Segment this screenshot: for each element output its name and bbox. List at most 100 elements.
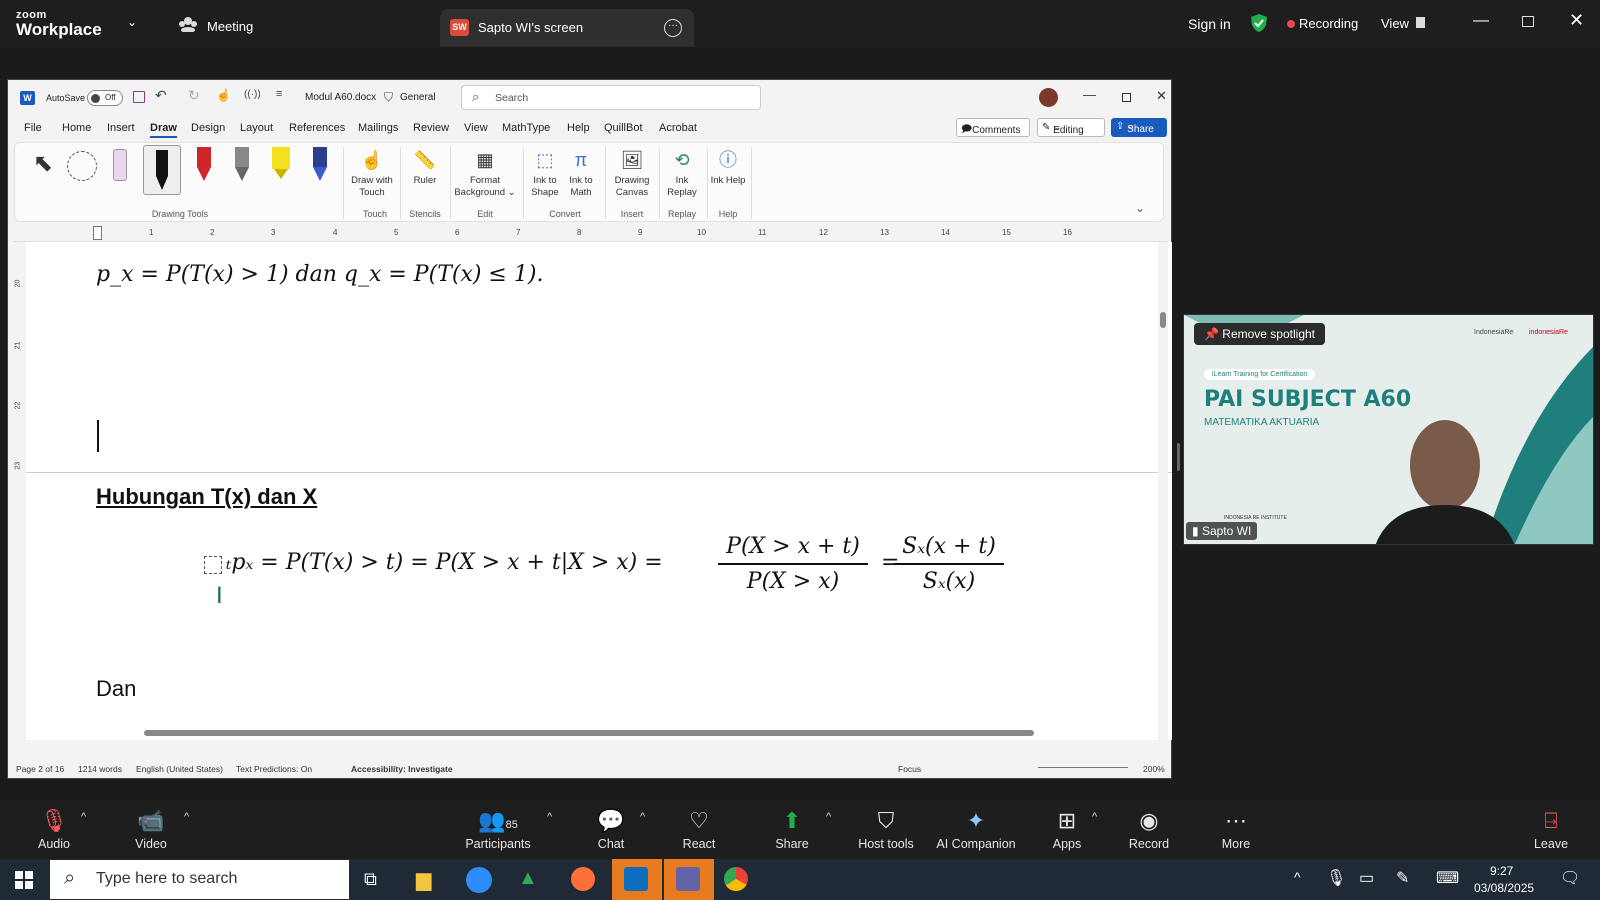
tab-mailings[interactable]: Mailings xyxy=(358,122,398,134)
participants-chevron-icon[interactable]: ^ xyxy=(547,811,552,823)
pen-icon[interactable]: ✎ xyxy=(1396,868,1409,888)
restore-icon[interactable] xyxy=(1522,16,1534,27)
draw-with-touch-button[interactable]: ☝ Draw with Touch xyxy=(347,145,397,199)
chevron-down-icon[interactable]: ⌄ xyxy=(127,15,137,29)
shield-icon[interactable] xyxy=(1250,13,1268,38)
language-status[interactable]: English (United States) xyxy=(136,764,223,774)
vertical-scrollbar[interactable] xyxy=(1158,242,1168,740)
horizontal-scrollbar[interactable] xyxy=(34,728,1154,738)
sensitivity-label[interactable]: General xyxy=(400,92,436,103)
select-tool-icon[interactable]: ⬉ xyxy=(33,149,53,178)
share-screen-tab[interactable]: SW Sapto WI's screen ··· xyxy=(440,9,694,47)
customize-qat-icon[interactable]: ≡ xyxy=(276,88,282,100)
host-tools-button[interactable]: ⛉ Host tools xyxy=(841,805,931,851)
display-icon[interactable]: ▭ xyxy=(1359,868,1374,888)
apps-button[interactable]: ⊞ Apps xyxy=(1022,805,1112,851)
document-canvas[interactable]: p_x = P(T(x) > 1) dan q_x = P(T(x) ≤ 1).… xyxy=(26,242,1172,740)
highlighter-yellow-icon[interactable] xyxy=(269,145,293,185)
teams-taskbar-button[interactable] xyxy=(664,859,714,900)
ai-companion-button[interactable]: ✦ AI Companion xyxy=(928,805,1024,851)
focus-mode-button[interactable]: Focus xyxy=(898,764,921,774)
save-icon[interactable] xyxy=(133,91,145,103)
galaxy-pen-icon[interactable] xyxy=(309,145,331,185)
tab-design[interactable]: Design xyxy=(191,122,225,134)
tray-chevron-icon[interactable]: ^ xyxy=(1294,869,1301,885)
ink-to-math-button[interactable]: π Ink to Math xyxy=(563,145,599,199)
notification-icon[interactable]: 🗨 xyxy=(1560,868,1580,888)
vertical-ruler[interactable]: 20 21 22 23 xyxy=(13,242,25,740)
share-button[interactable]: ⇪ Share ⌄ xyxy=(1111,118,1167,137)
scroll-thumb[interactable] xyxy=(1160,312,1166,328)
recording-indicator[interactable]: Recording xyxy=(1299,16,1358,31)
video-options-chevron-icon[interactable]: ^ xyxy=(184,811,189,823)
speaker-video[interactable]: 📌 Remove spotlight IndonesiaRe indonesia… xyxy=(1183,314,1594,545)
react-button[interactable]: ♡ React xyxy=(654,805,744,851)
panel-resize-handle[interactable] xyxy=(1177,443,1180,471)
chat-chevron-icon[interactable]: ^ xyxy=(640,811,645,823)
ink-replay-button[interactable]: ⟲ Ink Replay xyxy=(661,145,703,199)
pencil-gray-icon[interactable] xyxy=(231,145,253,185)
ink-to-shape-button[interactable]: ⬚ Ink to Shape xyxy=(527,145,563,199)
leave-button[interactable]: ⍈ Leave xyxy=(1506,805,1596,851)
tab-quillbot[interactable]: QuillBot xyxy=(604,122,643,134)
pen-black-selected[interactable] xyxy=(143,145,181,195)
zoom-level[interactable]: 200% xyxy=(1143,764,1165,774)
editing-mode-button[interactable]: ✎ Editing ⌄ xyxy=(1037,118,1105,137)
clock-date[interactable]: 03/08/2025 xyxy=(1474,881,1534,895)
comments-button[interactable]: 🗩 Comments xyxy=(956,118,1030,137)
eraser-icon[interactable] xyxy=(113,149,127,181)
more-button[interactable]: ⋯ More xyxy=(1191,805,1281,851)
more-options-icon[interactable]: ··· xyxy=(664,19,682,37)
tab-file[interactable]: File xyxy=(24,122,42,134)
keyboard-icon[interactable]: ⌨ xyxy=(1436,868,1459,888)
document-filename[interactable]: Modul A60.docx xyxy=(305,92,376,103)
tab-layout[interactable]: Layout xyxy=(240,122,273,134)
remove-spotlight-button[interactable]: 📌 Remove spotlight xyxy=(1194,323,1325,345)
ink-help-button[interactable]: ⓘ Ink Help xyxy=(709,145,747,187)
collapse-ribbon-icon[interactable]: ⌄ xyxy=(1135,201,1145,215)
firefox-icon[interactable] xyxy=(571,867,595,891)
word-search-box[interactable]: ⌕ Search xyxy=(461,85,761,110)
equation-px-qx[interactable]: p_x = P(T(x) > 1) dan q_x = P(T(x) ≤ 1). xyxy=(96,262,543,287)
word-minimize-icon[interactable]: — xyxy=(1083,87,1096,102)
meeting-tab[interactable]: Meeting xyxy=(207,19,253,34)
tab-mathtype[interactable]: MathType xyxy=(502,122,550,134)
clock-time[interactable]: 9:27 xyxy=(1490,864,1513,878)
share-chevron-icon[interactable]: ^ xyxy=(826,811,831,823)
video-button[interactable]: 📹 Video xyxy=(106,805,196,851)
zoom-slider[interactable] xyxy=(1038,767,1128,768)
tab-review[interactable]: Review xyxy=(413,122,449,134)
ruler-button[interactable]: 📏 Ruler xyxy=(405,145,445,187)
h-scroll-thumb[interactable] xyxy=(144,730,1034,736)
lasso-select-icon[interactable] xyxy=(67,151,97,181)
tab-draw[interactable]: Draw xyxy=(150,122,177,138)
accessibility-status[interactable]: Accessibility: Investigate xyxy=(351,764,453,774)
undo-icon[interactable]: ↶ xyxy=(155,87,167,104)
microphone-icon[interactable]: 🎙 xyxy=(1326,868,1346,888)
sign-in-button[interactable]: Sign in xyxy=(1188,16,1231,32)
view-button[interactable]: View xyxy=(1381,16,1409,31)
windows-start-icon[interactable] xyxy=(15,871,33,894)
touch-mode-icon[interactable]: ☝ xyxy=(216,88,231,102)
tab-references[interactable]: References xyxy=(289,122,345,134)
google-drive-icon[interactable]: ▲ xyxy=(518,867,538,890)
page-count[interactable]: Page 2 of 16 xyxy=(16,764,64,774)
tab-view[interactable]: View xyxy=(464,122,488,134)
zoom-app-icon[interactable] xyxy=(466,867,492,893)
word-close-icon[interactable]: ✕ xyxy=(1156,88,1167,104)
indent-marker[interactable] xyxy=(93,226,102,240)
drawing-canvas-button[interactable]: 🖼 Drawing Canvas xyxy=(609,145,655,199)
chrome-icon[interactable] xyxy=(724,867,748,891)
record-button[interactable]: ◉ Record xyxy=(1104,805,1194,851)
apps-chevron-icon[interactable]: ^ xyxy=(1092,811,1097,823)
participants-button[interactable]: 👥85 Participants xyxy=(452,805,544,851)
share-screen-button[interactable]: ⬆ Share xyxy=(747,805,837,851)
file-explorer-icon[interactable]: ▆ xyxy=(416,867,431,892)
text-predictions-status[interactable]: Text Predictions: On xyxy=(236,764,312,774)
tab-acrobat[interactable]: Acrobat xyxy=(659,122,697,134)
pen-red-icon[interactable] xyxy=(193,145,215,185)
tab-help[interactable]: Help xyxy=(567,122,590,134)
task-view-icon[interactable]: ⧉ xyxy=(364,869,377,890)
redo-icon[interactable]: ↻ xyxy=(188,87,200,104)
horizontal-ruler[interactable]: 1 2 3 4 5 6 7 8 9 10 11 12 13 14 15 16 xyxy=(13,226,1168,242)
